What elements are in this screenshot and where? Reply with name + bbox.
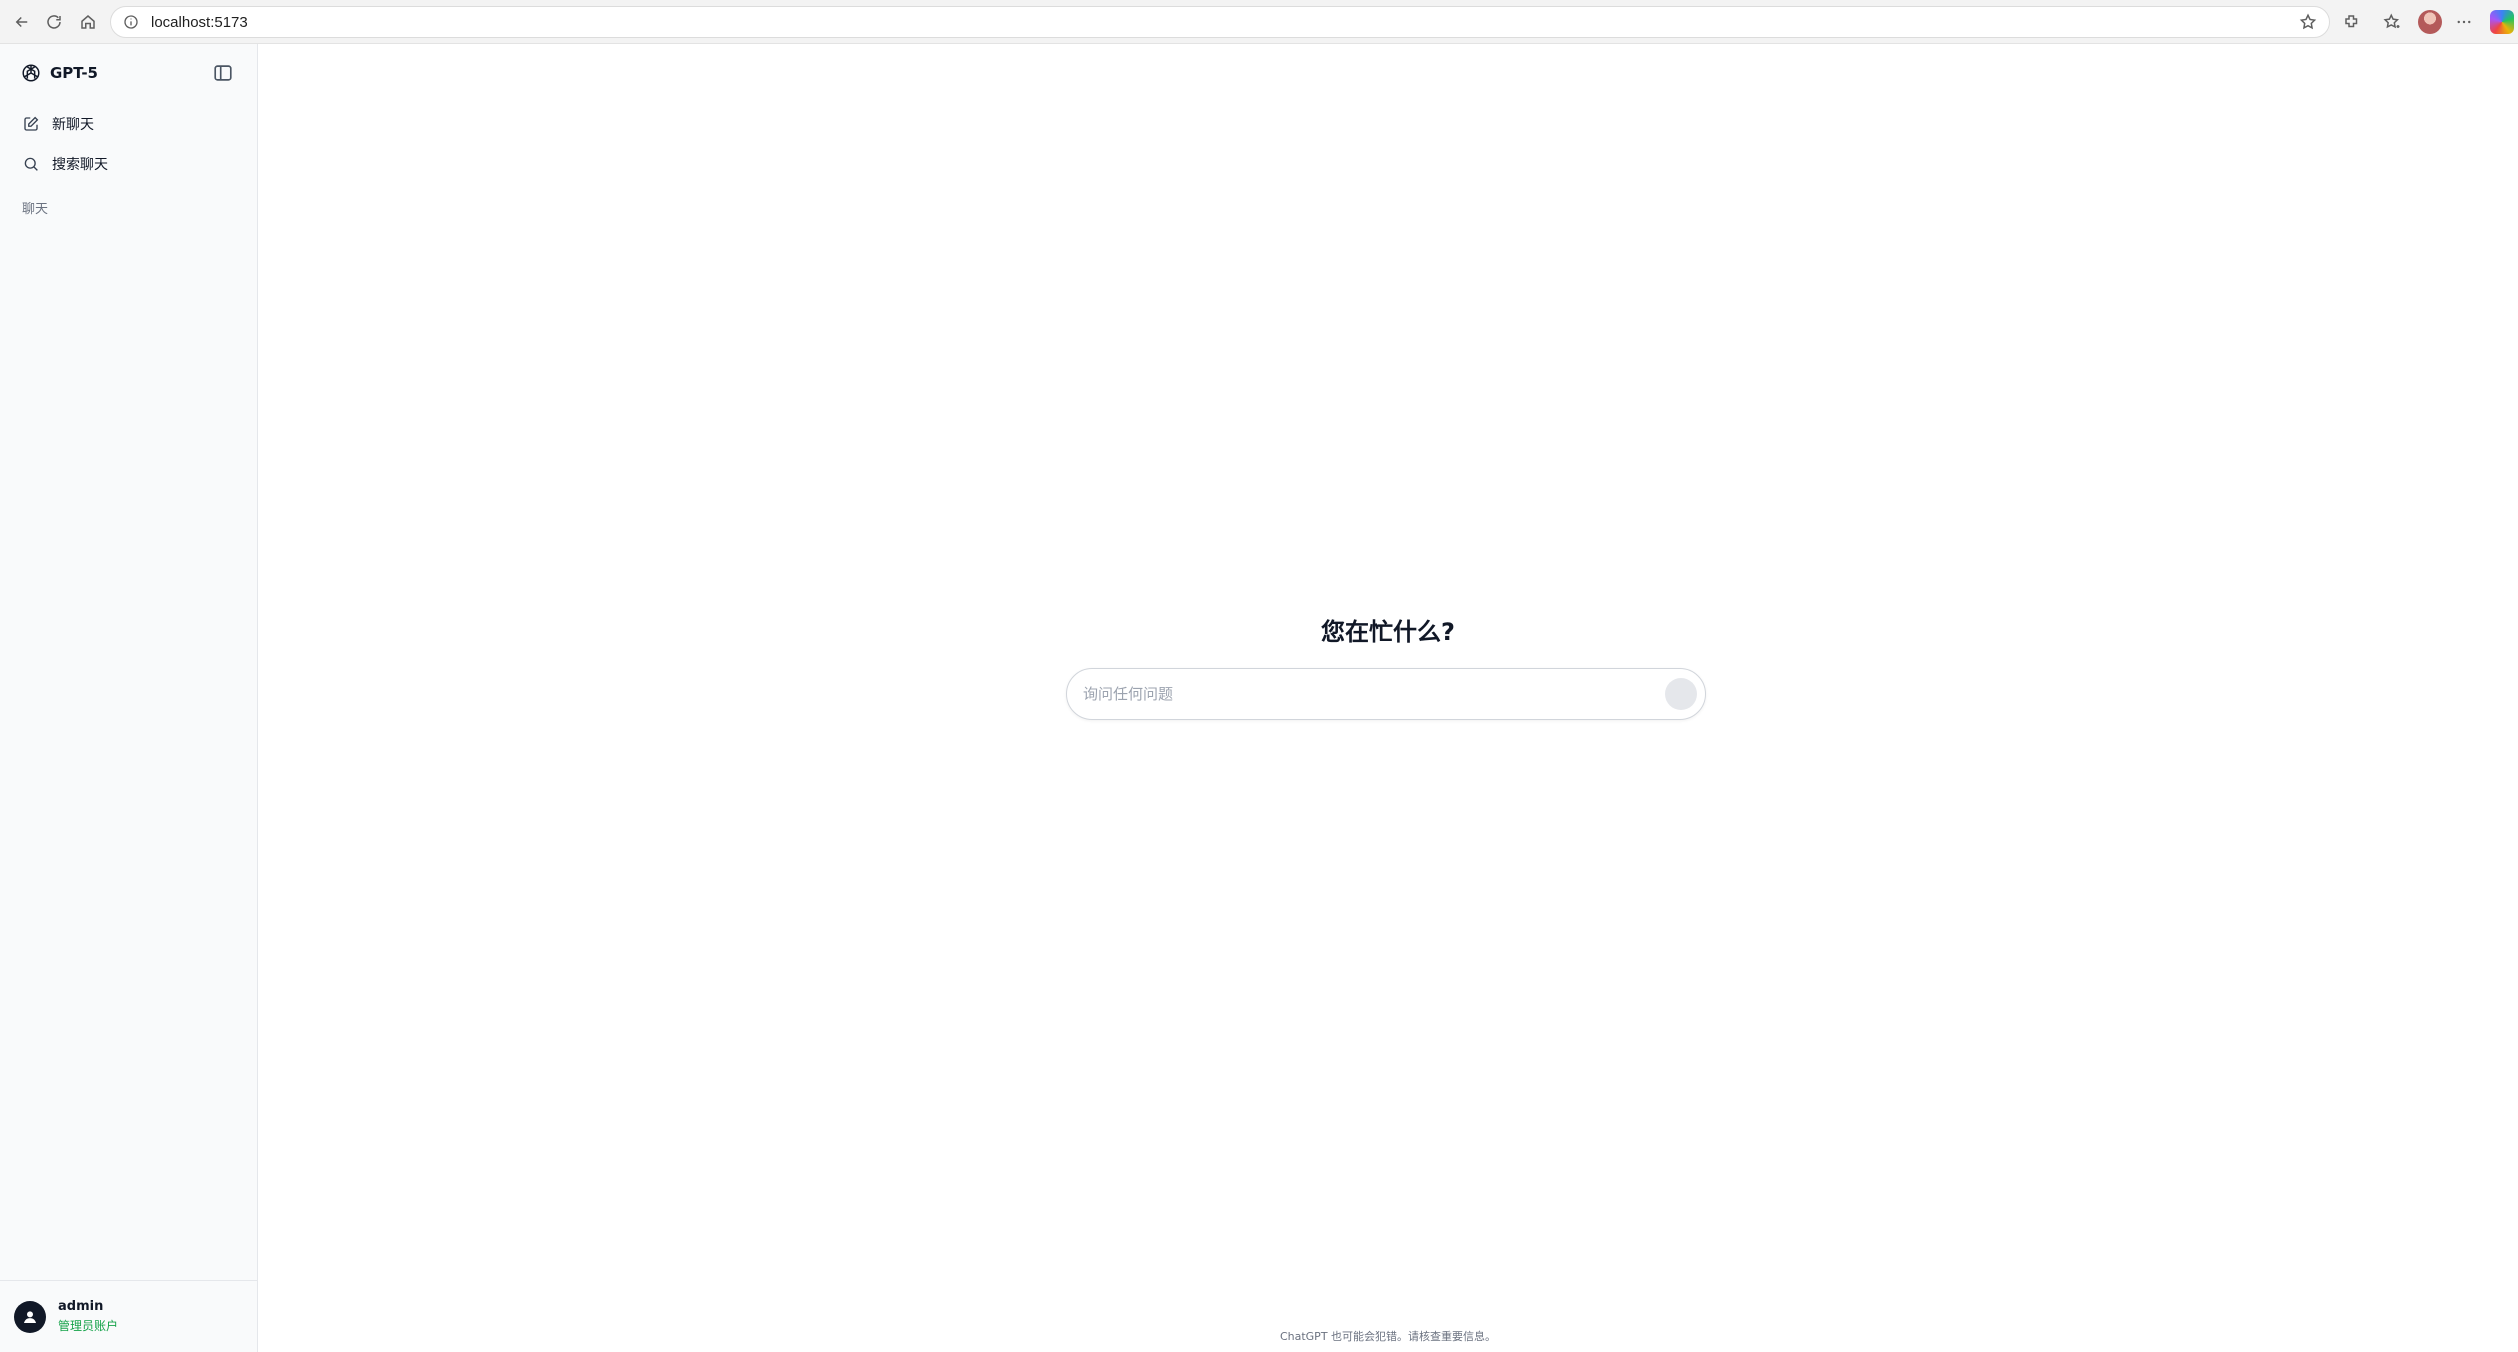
- openai-logo-icon: [20, 62, 42, 84]
- info-icon[interactable]: [123, 14, 139, 30]
- search-chats-button[interactable]: 搜索聊天: [12, 146, 246, 182]
- browser-toolbar: localhost:5173: [0, 0, 2518, 44]
- user-role: 管理员账户: [58, 1319, 119, 1333]
- chat-input[interactable]: [1083, 669, 1643, 719]
- sidebar-header: GPT-5: [20, 58, 240, 88]
- reload-icon[interactable]: [42, 10, 66, 34]
- chat-app: GPT-5 新聊天 搜索聊天 聊天 admin 管理员账户 您在忙什么? 询问任…: [0, 44, 2518, 1352]
- user-name: admin: [58, 1299, 104, 1314]
- sidebar: GPT-5 新聊天 搜索聊天 聊天 admin 管理员账户: [0, 44, 258, 1352]
- new-chat-label: 新聊天: [52, 117, 94, 133]
- brand-title[interactable]: GPT-5: [50, 64, 98, 82]
- page-title: 您在忙什么?: [1321, 618, 1455, 646]
- extensions-icon[interactable]: [2340, 10, 2364, 34]
- sidebar-toggle-icon[interactable]: [212, 62, 234, 84]
- send-button[interactable]: [1665, 678, 1697, 710]
- main-content: 您在忙什么? ChatGPT 也可能会犯错。请核查重要信息。: [258, 44, 2518, 1352]
- chats-section-label: 聊天: [22, 202, 49, 217]
- avatar[interactable]: [14, 1300, 46, 1333]
- search-chats-label: 搜索聊天: [52, 157, 108, 173]
- profile-avatar[interactable]: [2418, 10, 2442, 34]
- home-icon[interactable]: [76, 10, 100, 34]
- edit-icon: [22, 115, 40, 133]
- address-bar[interactable]: localhost:5173: [110, 6, 2330, 38]
- star-icon[interactable]: [2299, 13, 2317, 31]
- new-chat-button[interactable]: 新聊天: [12, 106, 246, 142]
- url-text: localhost:5173: [151, 13, 248, 31]
- chat-composer: [1066, 668, 1706, 720]
- favorites-icon[interactable]: [2380, 10, 2404, 34]
- search-icon: [22, 155, 40, 173]
- copilot-icon[interactable]: [2490, 10, 2514, 34]
- user-account[interactable]: admin 管理员账户: [0, 1280, 258, 1352]
- more-icon[interactable]: [2452, 10, 2476, 34]
- back-arrow-icon[interactable]: [10, 10, 34, 34]
- user-info: admin 管理员账户: [58, 1299, 118, 1334]
- disclaimer-text: ChatGPT 也可能会犯错。请核查重要信息。: [1279, 1330, 1497, 1343]
